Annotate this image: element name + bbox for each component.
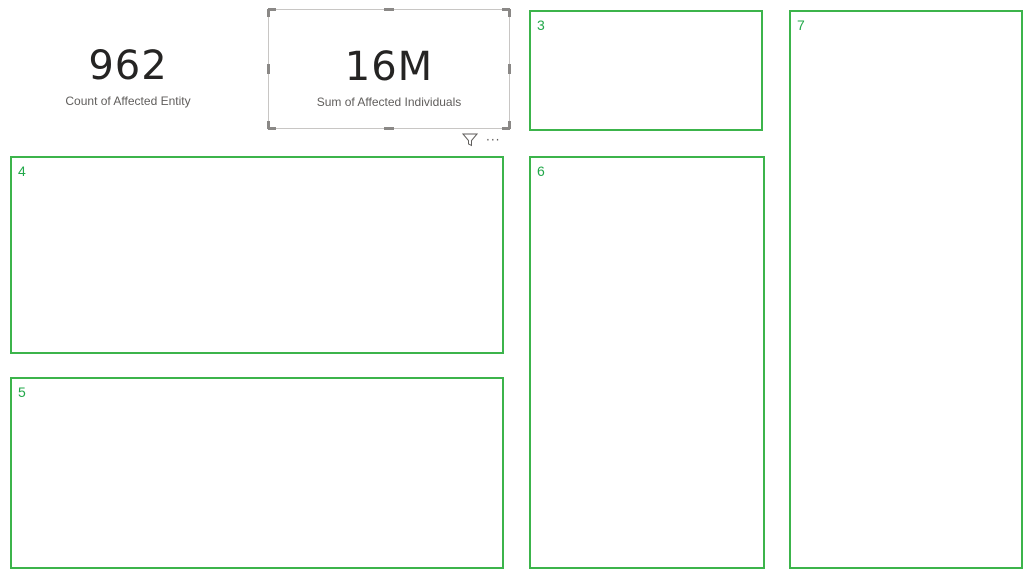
card-label: Count of Affected Entity	[65, 94, 191, 108]
card-label: Sum of Affected Individuals	[316, 95, 462, 109]
resize-handle-bottom-left-v[interactable]	[267, 121, 270, 129]
resize-handle-top-right-v[interactable]	[508, 9, 511, 17]
resize-handle-top-left-v[interactable]	[267, 9, 270, 17]
more-options-icon[interactable]: ···	[486, 134, 500, 146]
placeholder-number: 7	[797, 17, 805, 33]
placeholder-number: 4	[18, 163, 26, 179]
placeholder-visual-5[interactable]: 5	[10, 377, 504, 569]
placeholder-number: 6	[537, 163, 545, 179]
resize-handle-right[interactable]	[508, 64, 511, 74]
placeholder-visual-4[interactable]: 4	[10, 156, 504, 354]
card-value: 962	[88, 43, 168, 89]
placeholder-number: 5	[18, 384, 26, 400]
resize-handle-left[interactable]	[267, 64, 270, 74]
resize-handle-bottom[interactable]	[384, 127, 394, 130]
placeholder-visual-3[interactable]: 3	[529, 10, 763, 131]
card-count-affected-entity[interactable]: 962 Count of Affected Entity	[20, 44, 236, 108]
card-value: 16M	[344, 44, 434, 90]
resize-handle-bottom-right-v[interactable]	[508, 121, 511, 129]
visual-header-toolbar: ···	[462, 133, 500, 147]
placeholder-visual-6[interactable]: 6	[529, 156, 765, 569]
card-sum-affected-individuals[interactable]: 16M Sum of Affected Individuals	[267, 8, 511, 130]
resize-handle-top[interactable]	[384, 8, 394, 11]
filter-icon[interactable]	[462, 133, 478, 147]
placeholder-number: 3	[537, 17, 545, 33]
placeholder-visual-7[interactable]: 7	[789, 10, 1023, 569]
